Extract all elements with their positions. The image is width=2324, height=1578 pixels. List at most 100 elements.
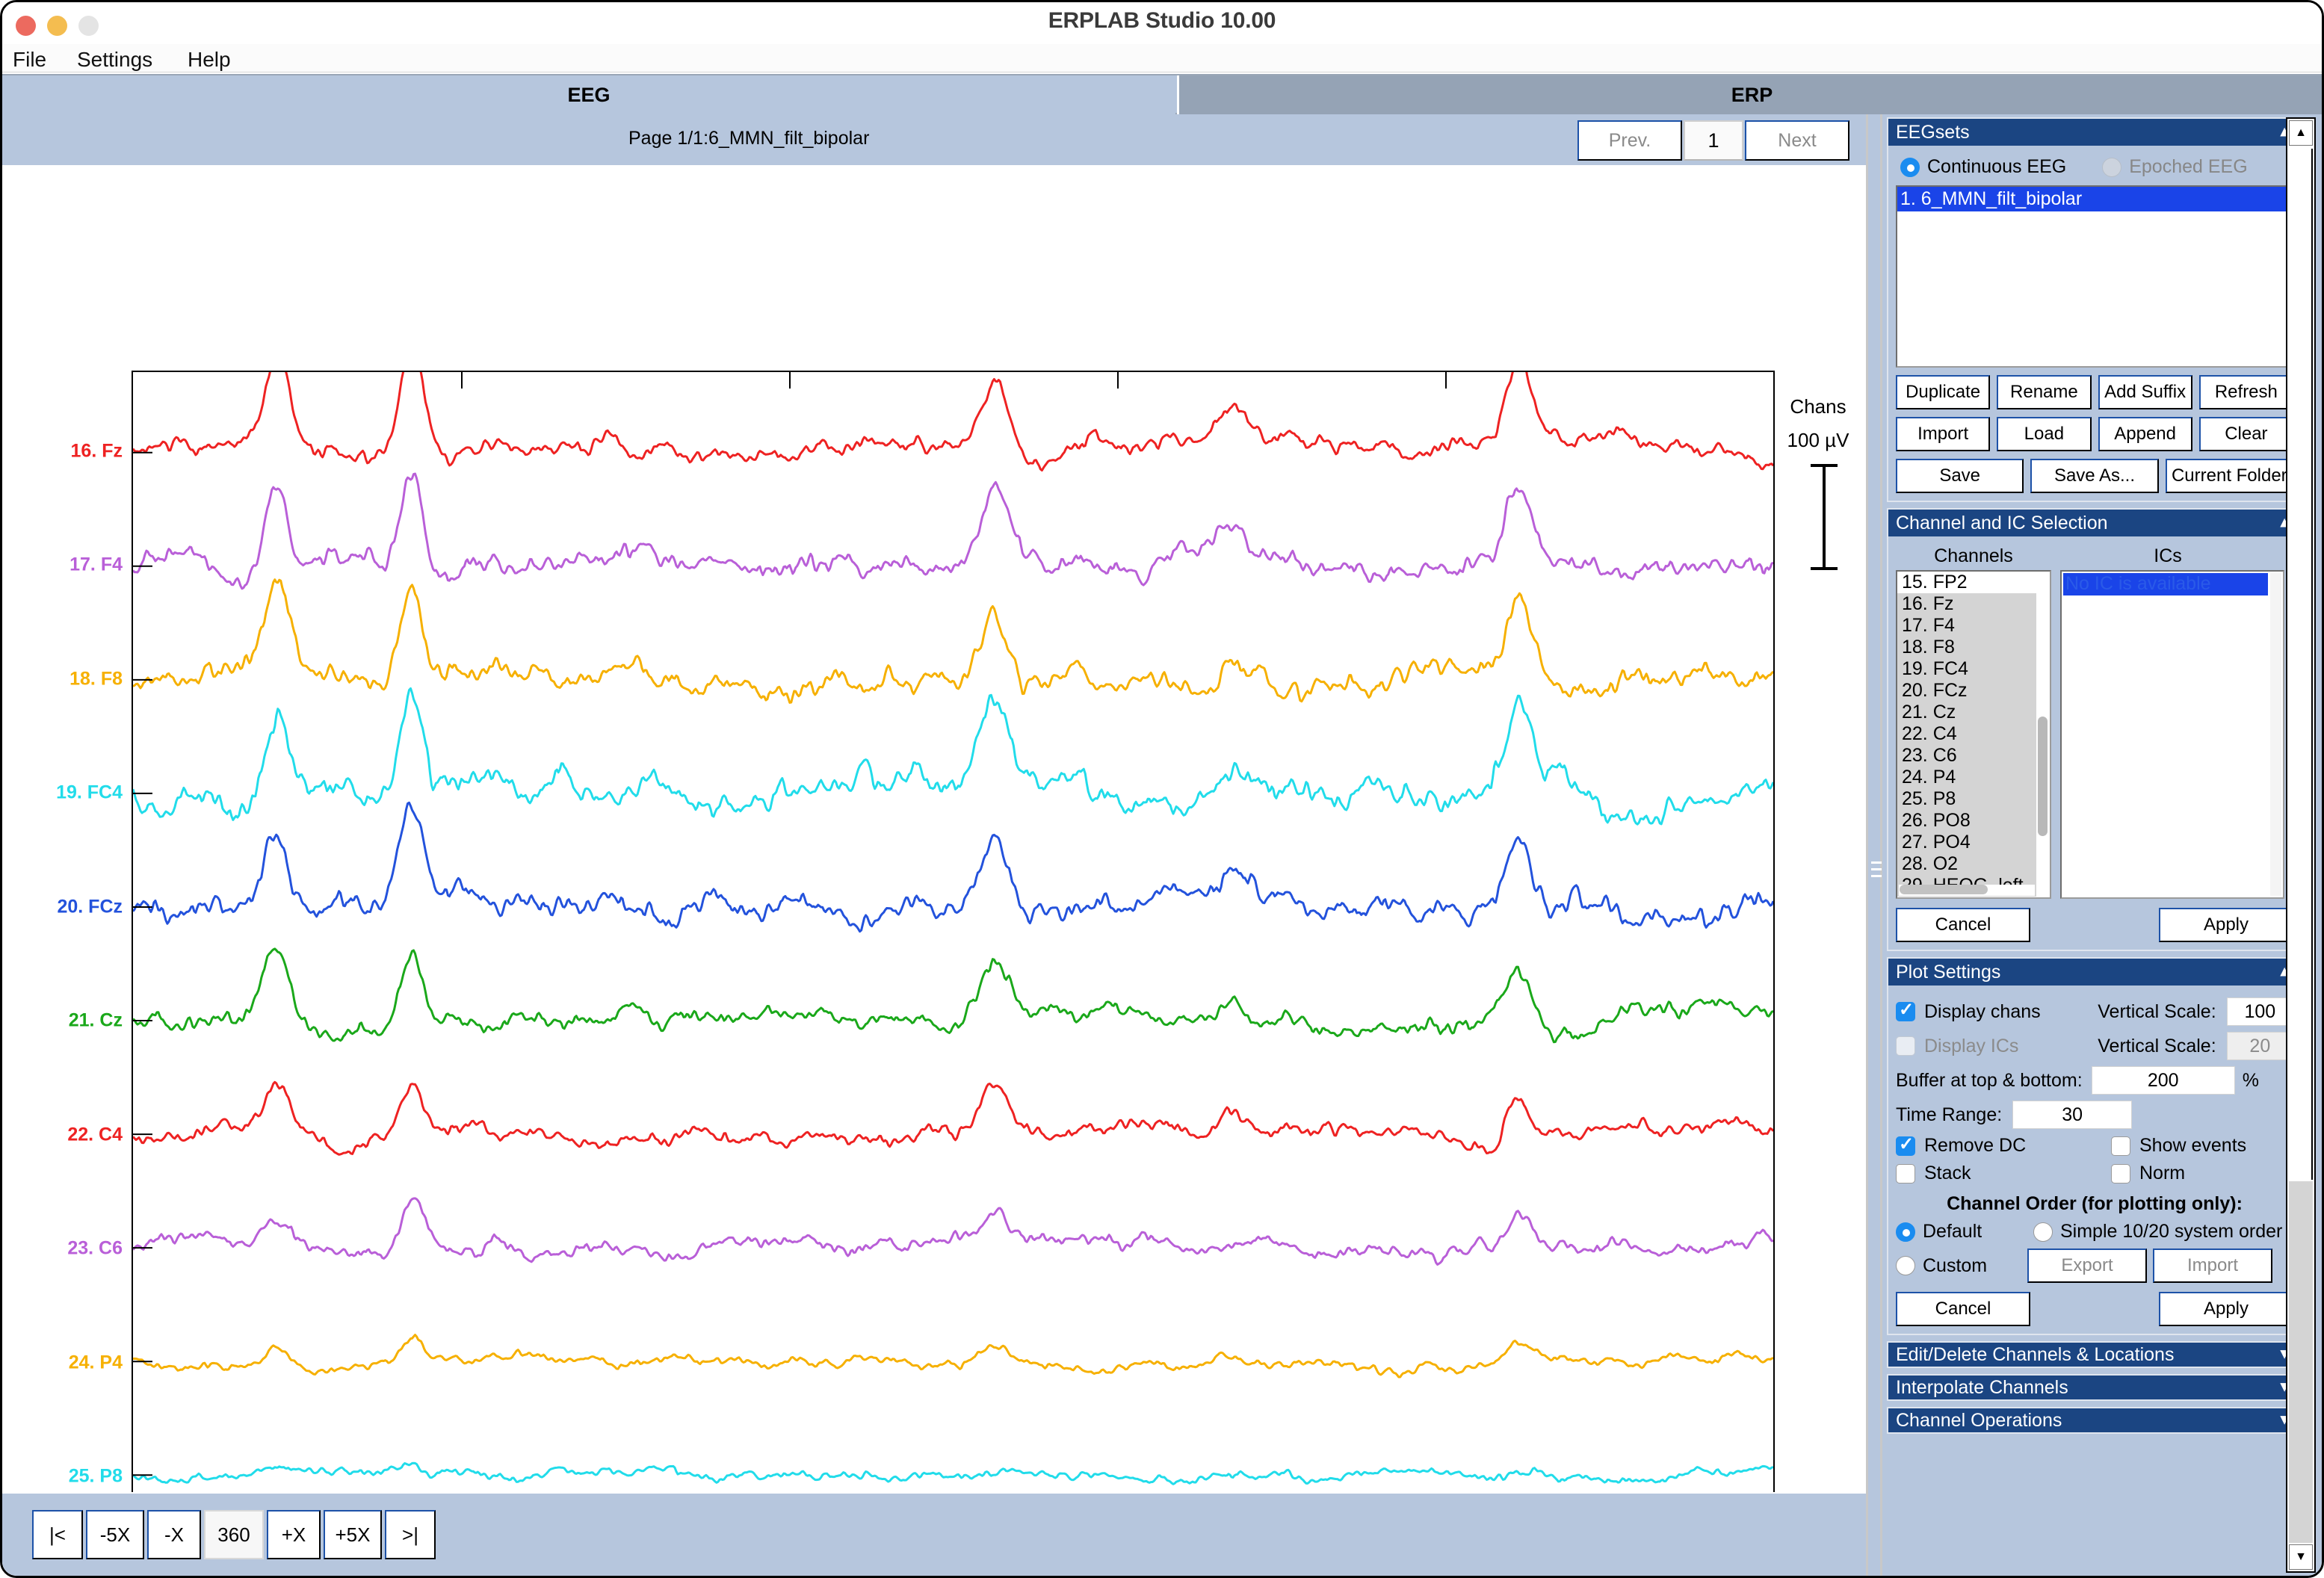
window-title: ERPLAB Studio 10.00 (1048, 8, 1276, 33)
back-1x-button[interactable]: -X (147, 1510, 201, 1559)
list-item[interactable]: No IC is available (2063, 573, 2268, 595)
channel-operations-title: Channel Operations (1896, 1409, 2062, 1431)
checkbox-norm[interactable] (2111, 1163, 2130, 1184)
clear-button[interactable]: Clear (2198, 417, 2293, 451)
radio-order-default[interactable] (1896, 1222, 1915, 1242)
save-button[interactable]: Save (1896, 459, 2024, 493)
channel-cancel-button[interactable]: Cancel (1896, 908, 2030, 942)
radio-order-custom[interactable] (1896, 1256, 1915, 1275)
checkbox-stack[interactable] (1896, 1163, 1915, 1184)
channels-listbox[interactable]: 15. FP2 16. Fz 17. F4 18. F8 19. FC4 20. FCz 2… (1896, 570, 2051, 899)
radio-order-simple-1020[interactable] (2033, 1222, 2053, 1242)
channel-list-item[interactable]: 17. F4 (1897, 615, 2036, 637)
channel-apply-button[interactable]: Apply (2159, 908, 2293, 942)
checkbox-display-ics[interactable] (1896, 1036, 1915, 1056)
tab-eeg[interactable]: EEG (2, 75, 1175, 114)
ics-listbox[interactable]: No IC is available (2060, 570, 2284, 899)
import-order-button[interactable]: Import (2153, 1249, 2272, 1283)
channel-list-item[interactable]: 25. P8 (1897, 788, 2036, 810)
channel-list-item[interactable]: 24. P4 (1897, 767, 2036, 788)
channel-list-item[interactable]: 27. PO4 (1897, 832, 2036, 853)
save-as-button[interactable]: Save As... (2030, 459, 2159, 493)
channel-ic-panel-header[interactable]: Channel and IC Selection ▲ (1888, 510, 2301, 536)
plot-settings-apply-button[interactable]: Apply (2159, 1292, 2293, 1326)
eegsets-panel-header[interactable]: EEGsets ▲ (1888, 119, 2301, 146)
refresh-button[interactable]: Refresh (2198, 375, 2293, 409)
jump-end-button[interactable]: >| (385, 1510, 436, 1559)
scroll-up-arrow-icon[interactable]: ▲ (2289, 120, 2313, 146)
channel-list-item[interactable]: 23. C6 (1897, 745, 2036, 767)
channel-operations-panel-header[interactable]: Channel Operations ▼ (1887, 1407, 2302, 1434)
edit-delete-channels-panel-header[interactable]: Edit/Delete Channels & Locations ▼ (1887, 1341, 2302, 1368)
input-vertical-scale-ics[interactable]: 20 (2226, 1032, 2293, 1060)
channels-vertical-scrollbar[interactable] (2037, 573, 2048, 882)
menu-help[interactable]: Help (188, 48, 231, 72)
interpolate-channels-title: Interpolate Channels (1896, 1376, 2068, 1398)
channel-list-item[interactable]: 28. O2 (1897, 853, 2036, 875)
checkbox-display-chans[interactable] (1896, 999, 1915, 1021)
channel-ic-panel-title: Channel and IC Selection (1896, 512, 2108, 533)
channel-list-item[interactable]: 18. F8 (1897, 637, 2036, 658)
channel-ic-selection-panel: Channel and IC Selection ▲ Channels ICs … (1887, 508, 2302, 951)
channel-list-item[interactable]: 15. FP2 (1897, 572, 2036, 593)
plot-settings-cancel-button[interactable]: Cancel (1896, 1292, 2030, 1326)
add-suffix-button[interactable]: Add Suffix (2098, 375, 2192, 409)
rename-button[interactable]: Rename (1997, 375, 2092, 409)
scrollbar-track[interactable] (2289, 1181, 2313, 1543)
eeg-axes[interactable] (132, 371, 1775, 1560)
eegsets-panel: EEGsets ▲ Continuous EEG Epoched EEG 1. … (1887, 117, 2302, 502)
list-item[interactable]: 1. 6_MMN_filt_bipolar (1897, 187, 2292, 211)
panel-splitter-handle[interactable] (1866, 114, 1882, 1576)
scroll-down-arrow-icon[interactable]: ▼ (2289, 1544, 2313, 1570)
export-order-button[interactable]: Export (2027, 1249, 2147, 1283)
current-folder-button[interactable]: Current Folder (2165, 459, 2293, 493)
interpolate-channels-panel-header[interactable]: Interpolate Channels ▼ (1887, 1374, 2302, 1401)
channel-list-item[interactable]: 21. Cz (1897, 702, 2036, 723)
scrollbar-thumb[interactable] (2289, 149, 2313, 1180)
plot-settings-panel-header[interactable]: Plot Settings ▲ (1888, 959, 2301, 986)
time-range-row: Time Range: 30 (1896, 1101, 2293, 1129)
input-vertical-scale-chans[interactable]: 100 (2226, 997, 2293, 1026)
time-position-input[interactable]: 360 (204, 1510, 264, 1559)
label-vertical-scale-chans: Vertical Scale: (2098, 1000, 2216, 1022)
radio-continuous-eeg[interactable] (1900, 157, 1920, 177)
load-button[interactable]: Load (1997, 417, 2092, 451)
checkbox-remove-dc[interactable] (1896, 1133, 1915, 1156)
right-panel-scrollbar[interactable]: ▲ ▼ (2286, 117, 2316, 1573)
duplicate-button[interactable]: Duplicate (1896, 375, 1991, 409)
channel-label-gutter: 16. Fz 17. F4 18. F8 19. FC4 20. FCz 21. Cz 22… (2, 371, 132, 1560)
radio-epoched-eeg[interactable] (2102, 157, 2122, 177)
page-number-input[interactable]: 1 (1684, 120, 1743, 161)
eeg-trace (133, 578, 1773, 704)
channel-list-item[interactable]: 22. C4 (1897, 723, 2036, 745)
next-page-button[interactable]: Next (1745, 120, 1849, 161)
channel-list-item[interactable]: 20. FCz (1897, 680, 2036, 702)
label-epoched-eeg: Epoched EEG (2129, 156, 2248, 177)
menu-file[interactable]: File (13, 48, 46, 72)
scrollbar-thumb[interactable] (2038, 717, 2048, 836)
scrollbar-thumb[interactable] (1900, 885, 1988, 894)
import-button[interactable]: Import (1896, 417, 1991, 451)
eegsets-panel-title: EEGsets (1896, 121, 1970, 143)
plot-settings-panel: Plot Settings ▲ Display chans Vertical S… (1887, 957, 2302, 1335)
eegsets-listbox[interactable]: 1. 6_MMN_filt_bipolar (1896, 185, 2293, 368)
menu-settings[interactable]: Settings (77, 48, 152, 72)
append-button[interactable]: Append (2098, 417, 2192, 451)
checkbox-show-events[interactable] (2111, 1136, 2130, 1156)
forward-5x-button[interactable]: +5X (324, 1510, 382, 1559)
channel-list-item[interactable]: 26. PO8 (1897, 810, 2036, 832)
channel-trace-label: 19. FC4 (56, 782, 123, 803)
input-buffer[interactable]: 200 (2091, 1066, 2235, 1095)
ics-vertical-scrollbar[interactable] (2270, 573, 2281, 896)
right-settings-column: EEGsets ▲ Continuous EEG Epoched EEG 1. … (1882, 114, 2322, 1576)
input-time-range[interactable]: 30 (2012, 1101, 2133, 1129)
channel-list-item[interactable]: 19. FC4 (1897, 658, 2036, 680)
tab-erp[interactable]: ERP (1177, 75, 2322, 114)
channel-list-item[interactable]: 16. Fz (1897, 593, 2036, 615)
forward-1x-button[interactable]: +X (267, 1510, 321, 1559)
jump-start-button[interactable]: |< (32, 1510, 83, 1559)
x-axis-tick (461, 372, 463, 389)
channels-horizontal-scrollbar[interactable] (1899, 885, 2035, 896)
back-5x-button[interactable]: -5X (86, 1510, 144, 1559)
prev-page-button[interactable]: Prev. (1577, 120, 1682, 161)
